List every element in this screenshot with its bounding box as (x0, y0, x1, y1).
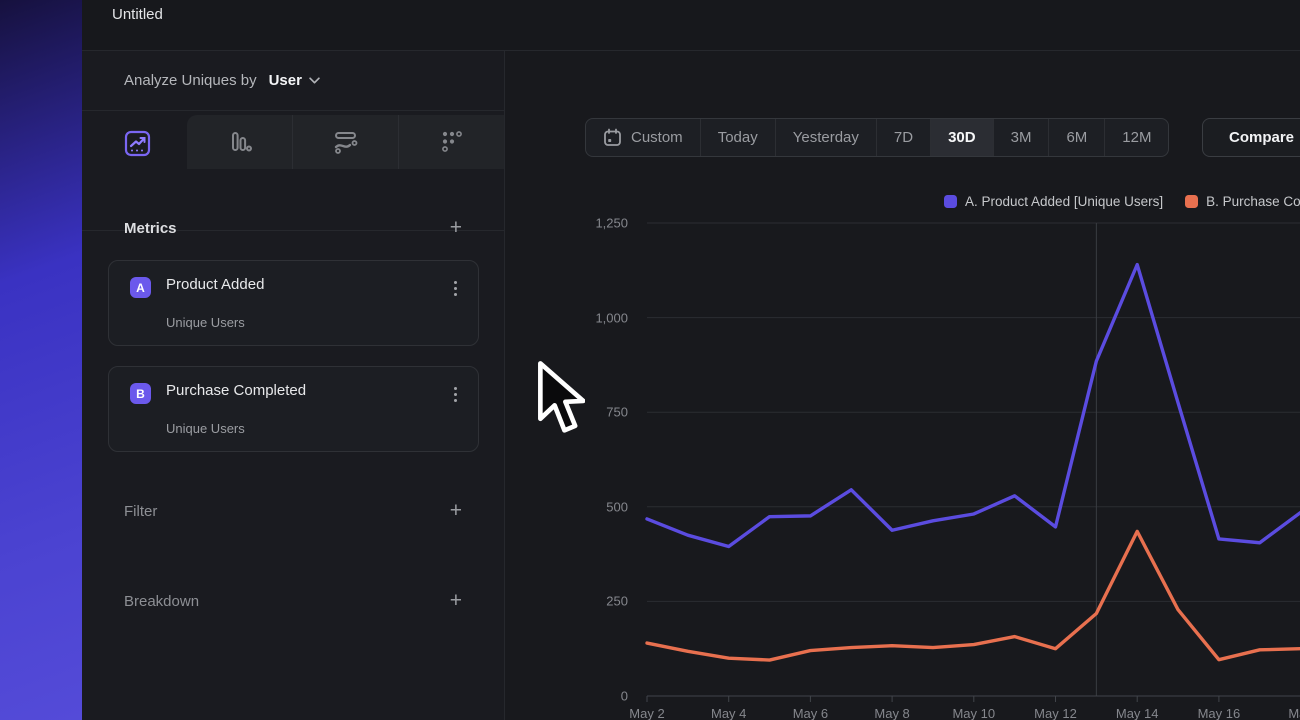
decorative-gradient-strip (0, 0, 82, 720)
x-tick-label: May 2 (629, 706, 664, 720)
top-bar: Untitled (82, 0, 1300, 51)
metrics-header: Metrics + (124, 216, 462, 240)
metric-subtitle: Unique Users (166, 315, 245, 330)
x-tick-label: May 18 (1288, 706, 1300, 720)
filter-label: Filter (124, 503, 157, 520)
x-tick-label: May 4 (711, 706, 746, 720)
query-sidebar: Analyze Uniques by User (82, 51, 505, 720)
analyze-by-dropdown[interactable]: User (269, 72, 320, 89)
chevron-down-icon (309, 77, 320, 84)
bar-chart-icon (227, 129, 253, 155)
line-chart (505, 51, 1300, 720)
metric-card-a[interactable]: A Product Added Unique Users (108, 260, 479, 346)
metric-options-kebab-icon[interactable] (446, 383, 464, 405)
chart-type-tab-group (187, 115, 504, 169)
x-tick-label: May 8 (874, 706, 909, 720)
line-chart-icon (124, 130, 151, 157)
flow-waves-icon (332, 129, 360, 155)
x-tick-label: May 14 (1116, 706, 1159, 720)
tab-flow[interactable] (293, 115, 399, 169)
grid-dots-icon (439, 129, 465, 155)
metric-card-b[interactable]: B Purchase Completed Unique Users (108, 366, 479, 452)
series-line-b (647, 531, 1300, 660)
metric-title: Product Added (166, 276, 264, 293)
tab-bar-chart[interactable] (187, 115, 293, 169)
metric-badge-a: A (130, 277, 151, 298)
report-title: Untitled (112, 6, 163, 23)
y-tick-label: 750 (568, 405, 628, 420)
y-tick-label: 1,000 (568, 310, 628, 325)
app-window: Untitled Analyze Uniques by User (0, 0, 1300, 720)
metric-subtitle: Unique Users (166, 421, 245, 436)
analyze-by-value: User (269, 72, 302, 89)
filter-section: Filter + (124, 499, 462, 523)
y-tick-label: 250 (568, 594, 628, 609)
metric-title: Purchase Completed (166, 382, 306, 399)
add-metric-button[interactable]: + (450, 218, 462, 238)
chart-pane: CustomTodayYesterday7D30D3M6M12M Compare… (505, 51, 1300, 720)
tab-segmentation[interactable] (399, 115, 504, 169)
analyze-row: Analyze Uniques by User (82, 51, 504, 111)
metric-badge-b: B (130, 383, 151, 404)
chart-type-tabs (82, 112, 504, 169)
add-filter-button[interactable]: + (450, 501, 462, 521)
y-tick-label: 500 (568, 499, 628, 514)
x-tick-label: May 10 (952, 706, 995, 720)
metric-options-kebab-icon[interactable] (446, 277, 464, 299)
breakdown-label: Breakdown (124, 593, 199, 610)
add-breakdown-button[interactable]: + (450, 591, 462, 611)
y-tick-label: 1,250 (568, 216, 628, 231)
series-line-a (647, 265, 1300, 547)
tab-line-chart-selected[interactable] (122, 128, 152, 158)
breakdown-section: Breakdown + (124, 589, 462, 613)
analyze-label: Analyze Uniques by (124, 72, 257, 89)
x-tick-label: May 16 (1198, 706, 1241, 720)
x-tick-label: May 12 (1034, 706, 1077, 720)
y-tick-label: 0 (568, 689, 628, 704)
metrics-title: Metrics (124, 220, 177, 237)
x-tick-label: May 6 (793, 706, 828, 720)
